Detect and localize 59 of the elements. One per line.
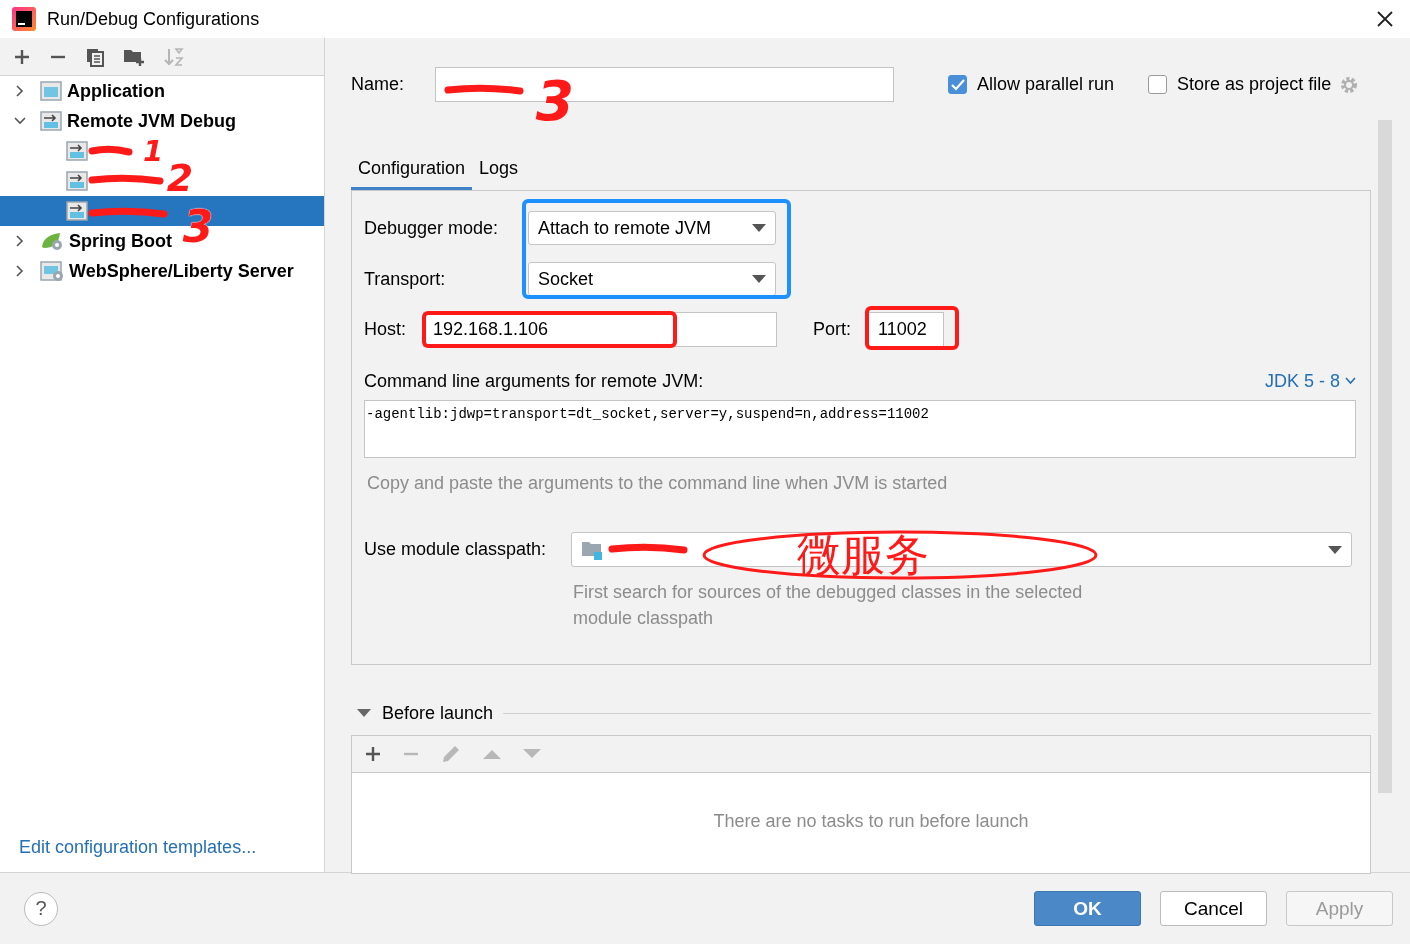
hint-text: First search for sources of the debugged classes in the selected module classpath [573,581,1084,630]
annotation-number: 1 [143,136,163,166]
annotation-text: 微服务 [797,530,929,580]
section-title: Before launch [382,702,494,724]
server-window-icon [40,261,64,281]
help-button[interactable]: ? [24,891,58,926]
dropdown-arrow-icon [1328,545,1342,554]
window-icon [40,81,62,101]
arguments-field[interactable]: -agentlib:jdwp=transport=dt_socket,server=y,suspend=n,address=11002 [364,400,1356,458]
chevron-icon[interactable] [14,265,26,277]
tab[interactable]: Configuration [351,150,473,190]
field-label: Name: [351,74,405,95]
field-label: Transport: [364,268,447,290]
add-icon[interactable] [13,47,31,66]
jdk-version-link[interactable]: JDK 5 - 8 [1264,370,1356,392]
chevron-down-icon [1345,377,1356,385]
copy-icon[interactable] [85,46,105,67]
leaf-icon [40,231,64,251]
dropdown-arrow-icon [752,275,766,283]
dropdown-arrow-icon [752,224,766,232]
tree-item[interactable]: Remote JVM Debug [0,106,237,136]
field-label: Port: [813,319,852,340]
empty-list-text: There are no tasks to run before launch [713,811,1029,833]
tree-item[interactable]: Spring Boot [0,226,172,256]
checkbox-label: Store as project file [1177,74,1332,95]
scribble-mark [88,145,133,157]
collapse-triangle-icon[interactable] [357,708,371,718]
dialog-button[interactable]: Cancel [1160,891,1267,926]
app-logo-icon [12,7,36,31]
close-icon[interactable] [1376,10,1394,28]
remote-debug-icon [66,201,88,221]
transport-dropdown[interactable]: Socket [528,262,776,296]
annotation-number: 3 [537,72,573,130]
annotation-number: 2 [165,158,195,198]
field-label: Debugger mode: [364,217,500,239]
remote-debug-icon [66,141,88,161]
dialog-button[interactable]: OK [1034,891,1141,926]
scrollbar[interactable] [1378,120,1392,793]
chevron-icon[interactable] [14,235,26,247]
field-label: Use module classpath: [364,539,548,560]
hint-text: Copy and paste the arguments to the command line when JVM is started [366,473,949,494]
folder-icon [581,539,603,560]
chevron-icon[interactable] [14,115,26,127]
tab[interactable]: Logs [472,150,526,190]
remote-debug-icon [66,171,88,191]
remote-debug-icon [40,111,62,131]
field-label: Command line arguments for remote JVM: [364,370,704,392]
add-icon[interactable] [364,745,382,763]
tree-item[interactable]: Application [0,76,165,106]
tree-item[interactable]: WebSphere/Liberty Server [0,256,294,286]
port-field[interactable]: 11002 [868,312,944,347]
checkbox[interactable] [1148,75,1168,94]
edit-templates-link[interactable]: Edit configuration templates... [0,837,324,872]
field-label: Host: [364,319,407,340]
debugger-mode-dropdown[interactable]: Attach to remote JVM [528,211,776,245]
chevron-icon[interactable] [14,85,26,97]
checkbox-label: Allow parallel run [977,74,1115,95]
window-title: Run/Debug Configurations [47,8,261,30]
checkbox[interactable] [948,75,967,94]
